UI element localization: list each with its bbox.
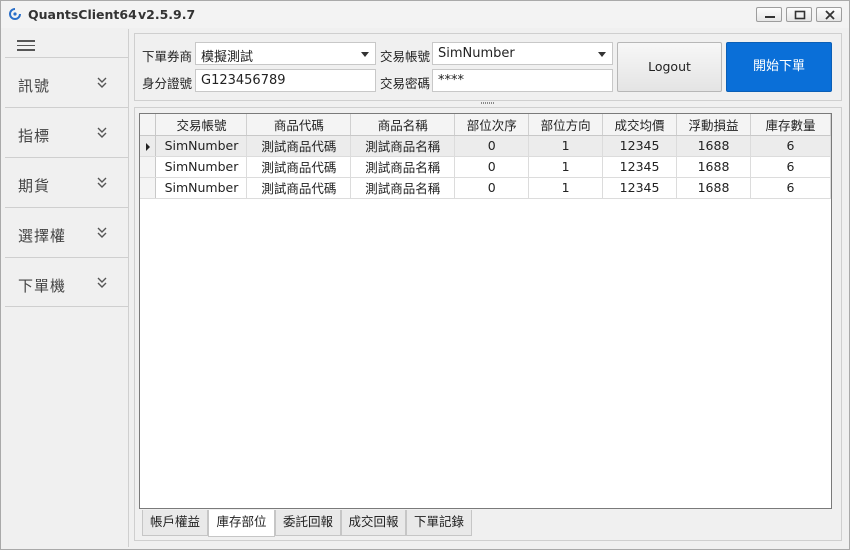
column-header[interactable]: 交易帳號 xyxy=(155,114,248,136)
positions-table: 交易帳號 商品代碼 商品名稱 部位次序 部位方向 成交均價 浮動損益 庫存數量 … xyxy=(140,114,832,199)
column-header[interactable]: 部位方向 xyxy=(528,114,604,136)
positions-grid[interactable]: 交易帳號 商品代碼 商品名稱 部位次序 部位方向 成交均價 浮動損益 庫存數量 … xyxy=(139,113,832,509)
table-row[interactable]: SimNumber 測試商品代碼 測試商品名稱 0 1 12345 1688 6 xyxy=(140,156,832,178)
current-row-indicator-icon xyxy=(145,142,150,151)
sidebar-item-label: 指標 xyxy=(18,127,51,145)
logout-button[interactable]: Logout xyxy=(617,42,722,92)
table-cell[interactable]: 1688 xyxy=(676,177,751,199)
tab-inventory-positions[interactable]: 庫存部位 xyxy=(208,510,275,537)
row-header[interactable] xyxy=(140,156,157,178)
table-header-row: 交易帳號 商品代碼 商品名稱 部位次序 部位方向 成交均價 浮動損益 庫存數量 xyxy=(140,114,832,136)
account-value: SimNumber xyxy=(438,46,515,61)
app-window: QuantsClient64 v2.5.9.7 訊號 指標 期貨 選擇權 下單機… xyxy=(0,0,850,550)
chevron-double-down-icon xyxy=(97,277,107,288)
sidebar-item-label: 選擇權 xyxy=(18,227,67,245)
password-value: **** xyxy=(438,73,464,88)
sidebar-item-label: 期貨 xyxy=(18,177,51,195)
table-cell[interactable]: 1 xyxy=(528,156,604,178)
chevron-double-down-icon xyxy=(97,77,107,88)
id-field[interactable]: G123456789 xyxy=(195,69,376,92)
splitter-handle[interactable] xyxy=(481,102,495,105)
column-header[interactable]: 部位次序 xyxy=(454,114,530,136)
id-value: G123456789 xyxy=(201,73,286,88)
table-cell[interactable]: 6 xyxy=(750,135,832,157)
broker-label: 下單券商 xyxy=(142,49,193,64)
minimize-button[interactable] xyxy=(756,7,782,22)
tab-fill-reports[interactable]: 成交回報 xyxy=(341,510,406,536)
chevron-double-down-icon xyxy=(97,227,107,238)
column-header[interactable]: 庫存數量 xyxy=(750,114,832,136)
broker-select[interactable]: 模擬測試 xyxy=(195,42,376,65)
column-header[interactable]: 成交均價 xyxy=(602,114,678,136)
table-cell[interactable]: 1688 xyxy=(676,135,751,157)
column-header[interactable]: 商品名稱 xyxy=(350,114,456,136)
close-button[interactable] xyxy=(816,7,842,22)
table-cell[interactable]: 測試商品代碼 xyxy=(246,135,352,157)
table-row[interactable]: SimNumber 測試商品代碼 測試商品名稱 0 1 12345 1688 6 xyxy=(140,135,832,157)
table-cell[interactable]: 0 xyxy=(454,135,530,157)
app-logo-icon xyxy=(9,8,21,20)
maximize-button[interactable] xyxy=(786,7,812,22)
table-row[interactable]: SimNumber 測試商品代碼 測試商品名稱 0 1 12345 1688 6 xyxy=(140,177,832,199)
maximize-icon xyxy=(794,10,806,20)
row-header[interactable] xyxy=(140,135,157,157)
table-cell[interactable]: 測試商品名稱 xyxy=(350,156,456,178)
table-cell[interactable]: SimNumber xyxy=(155,156,248,178)
password-label: 交易密碼 xyxy=(380,76,431,91)
table-cell[interactable]: 0 xyxy=(454,177,530,199)
chevron-double-down-icon xyxy=(97,127,107,138)
table-cell[interactable]: 1 xyxy=(528,135,604,157)
table-cell[interactable]: 測試商品名稱 xyxy=(350,135,456,157)
title-bar: QuantsClient64 v2.5.9.7 xyxy=(1,1,849,28)
chevron-double-down-icon xyxy=(97,177,107,188)
table-cell[interactable]: 1 xyxy=(528,177,604,199)
account-label: 交易帳號 xyxy=(380,49,431,64)
menu-icon[interactable] xyxy=(17,40,35,52)
broker-value: 模擬測試 xyxy=(201,50,254,65)
row-header[interactable] xyxy=(140,177,157,199)
sidebar-item-label: 訊號 xyxy=(18,77,51,95)
id-label: 身分證號 xyxy=(142,76,193,91)
password-field[interactable]: **** xyxy=(432,69,613,92)
sidebar-item-order-machine[interactable]: 下單機 xyxy=(5,257,129,307)
start-order-button[interactable]: 開始下單 xyxy=(726,42,832,92)
sidebar-item-options[interactable]: 選擇權 xyxy=(5,207,129,257)
account-select[interactable]: SimNumber xyxy=(432,42,613,65)
sidebar-item-label: 下單機 xyxy=(18,277,67,295)
column-header[interactable]: 商品代碼 xyxy=(246,114,352,136)
table-cell[interactable]: SimNumber xyxy=(155,177,248,199)
tab-account-equity[interactable]: 帳戶權益 xyxy=(142,510,208,536)
sidebar-item-indicator[interactable]: 指標 xyxy=(5,107,129,157)
table-cell[interactable]: 12345 xyxy=(602,177,678,199)
table-cell[interactable]: 測試商品名稱 xyxy=(350,177,456,199)
table-cell[interactable]: 6 xyxy=(750,156,832,178)
table-cell[interactable]: 測試商品代碼 xyxy=(246,156,352,178)
table-cell[interactable]: 12345 xyxy=(602,135,678,157)
table-cell[interactable]: 6 xyxy=(750,177,832,199)
sidebar-item-futures[interactable]: 期貨 xyxy=(5,157,129,207)
table-cell[interactable]: 12345 xyxy=(602,156,678,178)
row-header-corner xyxy=(140,114,157,136)
app-version: v2.5.9.7 xyxy=(138,7,196,22)
close-icon xyxy=(825,10,835,20)
tab-order-log[interactable]: 下單記錄 xyxy=(406,510,472,536)
table-cell[interactable]: SimNumber xyxy=(155,135,248,157)
column-header[interactable]: 浮動損益 xyxy=(676,114,751,136)
sidebar: 訊號 指標 期貨 選擇權 下單機 xyxy=(5,29,129,547)
minimize-icon xyxy=(765,16,775,18)
sidebar-item-signal[interactable]: 訊號 xyxy=(5,57,129,107)
app-title: QuantsClient64 xyxy=(28,7,137,22)
table-cell[interactable]: 測試商品代碼 xyxy=(246,177,352,199)
dropdown-arrow-icon xyxy=(361,52,369,57)
tab-order-reports[interactable]: 委託回報 xyxy=(275,510,341,536)
dropdown-arrow-icon xyxy=(598,52,606,57)
table-cell[interactable]: 0 xyxy=(454,156,530,178)
table-cell[interactable]: 1688 xyxy=(676,156,751,178)
